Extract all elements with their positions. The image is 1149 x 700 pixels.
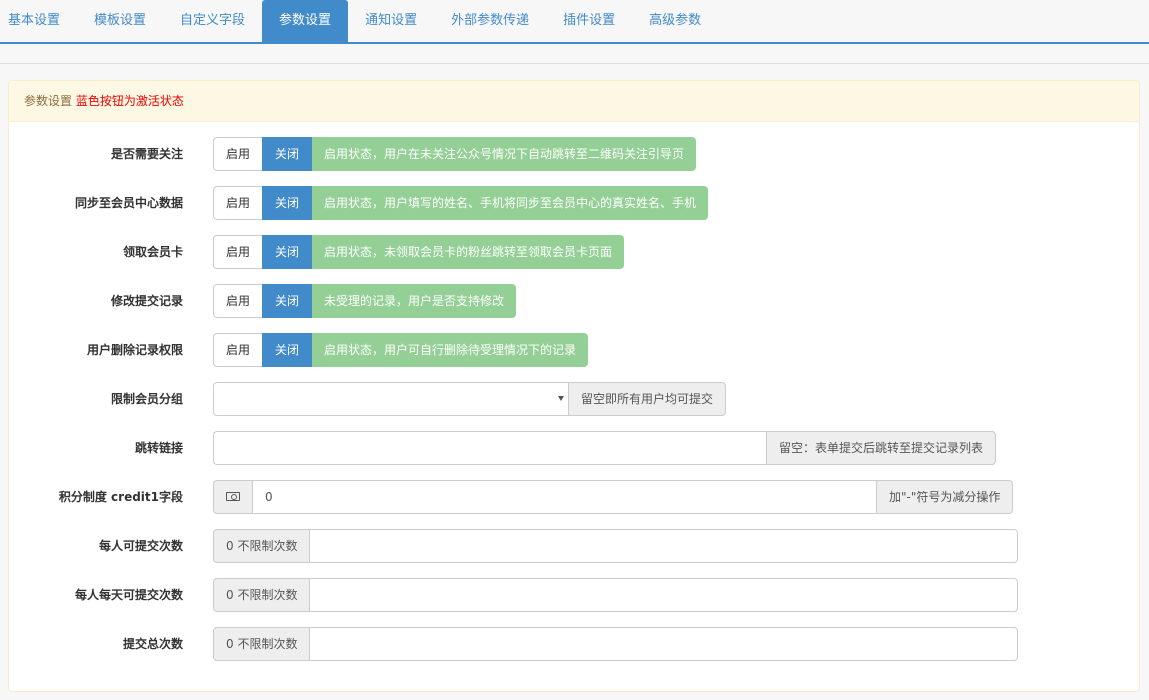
per-user-daily-limit-input[interactable] <box>309 578 1019 612</box>
help-text: 启用状态，未领取会员卡的粉丝跳转至领取会员卡页面 <box>312 235 625 269</box>
tab-basic-settings[interactable]: 基本设置 <box>0 0 77 42</box>
tab-template-settings[interactable]: 模板设置 <box>77 0 163 42</box>
help-text: 启用状态，用户可自行删除待受理情况下的记录 <box>312 333 589 367</box>
per-user-limit-input[interactable] <box>309 529 1019 563</box>
credit-icon-addon <box>213 480 252 514</box>
limit-addon: 0 不限制次数 <box>213 578 310 612</box>
field-label: 积分制度 credit1字段 <box>58 490 183 504</box>
row-credit: 积分制度 credit1字段 加"-"符号为减分操作 <box>9 480 1141 514</box>
field-label: 用户删除记录权限 <box>86 343 183 357</box>
tab-advanced-params[interactable]: 高级参数 <box>632 0 718 42</box>
field-label: 跳转链接 <box>134 441 183 455</box>
tab-parameter-settings[interactable]: 参数设置 <box>262 0 349 42</box>
enable-button[interactable]: 启用 <box>213 235 263 269</box>
tab-external-params[interactable]: 外部参数传递 <box>434 0 546 42</box>
row-redirect-link: 跳转链接 留空：表单提交后跳转至提交记录列表 <box>9 431 1141 465</box>
row-claim-member-card: 领取会员卡 启用 关闭 启用状态，未领取会员卡的粉丝跳转至领取会员卡页面 <box>9 235 1141 269</box>
member-group-select[interactable] <box>213 382 568 416</box>
row-edit-records: 修改提交记录 启用 关闭 未受理的记录，用户是否支持修改 <box>9 284 1141 318</box>
disable-button[interactable]: 关闭 <box>262 186 313 220</box>
input-group: 留空：表单提交后跳转至提交记录列表 <box>213 431 997 465</box>
tab-plugin-settings[interactable]: 插件设置 <box>546 0 632 42</box>
member-group-addon: 留空即所有用户均可提交 <box>568 382 727 416</box>
settings-tabs: 基本设置 模板设置 自定义字段 参数设置 通知设置 外部参数传递 插件设置 高级… <box>0 0 1149 44</box>
redirect-link-addon: 留空：表单提交后跳转至提交记录列表 <box>766 431 997 465</box>
input-group: 0 不限制次数 <box>213 627 1019 661</box>
row-per-user-limit: 每人可提交次数 0 不限制次数 <box>9 529 1141 563</box>
field-label: 每人每天可提交次数 <box>74 588 183 602</box>
toggle-group: 启用 关闭 启用状态，用户填写的姓名、手机将同步至会员中心的真实姓名、手机 <box>213 186 709 220</box>
toggle-group: 启用 关闭 未受理的记录，用户是否支持修改 <box>213 284 517 318</box>
credit-input[interactable] <box>252 480 876 514</box>
tab-notification-settings[interactable]: 通知设置 <box>348 0 434 42</box>
caret-down-icon <box>558 396 564 401</box>
row-require-follow: 是否需要关注 启用 关闭 启用状态，用户在未关注公众号情况下自动跳转至二维码关注… <box>9 137 1141 171</box>
field-label: 是否需要关注 <box>110 147 183 161</box>
row-member-group: 限制会员分组 留空即所有用户均可提交 <box>9 382 1141 416</box>
toggle-group: 启用 关闭 启用状态，未领取会员卡的粉丝跳转至领取会员卡页面 <box>213 235 625 269</box>
enable-button[interactable]: 启用 <box>213 137 263 171</box>
row-delete-permission: 用户删除记录权限 启用 关闭 启用状态，用户可自行删除待受理情况下的记录 <box>9 333 1141 367</box>
field-label: 每人可提交次数 <box>98 539 183 553</box>
row-per-user-daily-limit: 每人每天可提交次数 0 不限制次数 <box>9 578 1141 612</box>
enable-button[interactable]: 启用 <box>213 333 263 367</box>
input-group: 加"-"符号为减分操作 <box>213 480 1014 514</box>
row-total-limit: 提交总次数 0 不限制次数 <box>9 627 1141 661</box>
limit-addon: 0 不限制次数 <box>213 529 310 563</box>
disable-button[interactable]: 关闭 <box>262 235 313 269</box>
help-text: 启用状态，用户填写的姓名、手机将同步至会员中心的真实姓名、手机 <box>312 186 709 220</box>
toggle-group: 启用 关闭 启用状态，用户在未关注公众号情况下自动跳转至二维码关注引导页 <box>213 137 697 171</box>
help-text: 启用状态，用户在未关注公众号情况下自动跳转至二维码关注引导页 <box>312 137 697 171</box>
input-group: 留空即所有用户均可提交 <box>213 382 727 416</box>
field-label: 同步至会员中心数据 <box>74 196 183 210</box>
tab-custom-fields[interactable]: 自定义字段 <box>163 0 262 42</box>
disable-button[interactable]: 关闭 <box>262 333 313 367</box>
money-icon <box>226 492 240 501</box>
panel-title: 参数设置 <box>24 94 73 108</box>
credit-addon: 加"-"符号为减分操作 <box>876 480 1014 514</box>
disable-button[interactable]: 关闭 <box>262 137 313 171</box>
input-group: 0 不限制次数 <box>213 578 1019 612</box>
disable-button[interactable]: 关闭 <box>262 284 313 318</box>
field-label: 修改提交记录 <box>110 294 183 308</box>
field-label: 提交总次数 <box>122 637 183 651</box>
field-label: 领取会员卡 <box>122 245 183 259</box>
row-sync-member-data: 同步至会员中心数据 启用 关闭 启用状态，用户填写的姓名、手机将同步至会员中心的… <box>9 186 1141 220</box>
enable-button[interactable]: 启用 <box>213 284 263 318</box>
total-limit-input[interactable] <box>309 627 1019 661</box>
redirect-link-input[interactable] <box>213 431 766 465</box>
panel-hint: 蓝色按钮为激活状态 <box>75 94 184 108</box>
help-text: 未受理的记录，用户是否支持修改 <box>312 284 517 318</box>
field-label: 限制会员分组 <box>110 392 183 406</box>
parameter-settings-panel: 参数设置 蓝色按钮为激活状态 是否需要关注 启用 关闭 启用状态，用户在未关注公… <box>8 80 1140 692</box>
enable-button[interactable]: 启用 <box>213 186 263 220</box>
limit-addon: 0 不限制次数 <box>213 627 310 661</box>
divider <box>0 63 1149 64</box>
toggle-group: 启用 关闭 启用状态，用户可自行删除待受理情况下的记录 <box>213 333 589 367</box>
input-group: 0 不限制次数 <box>213 529 1019 563</box>
panel-heading: 参数设置 蓝色按钮为激活状态 <box>9 81 1139 122</box>
